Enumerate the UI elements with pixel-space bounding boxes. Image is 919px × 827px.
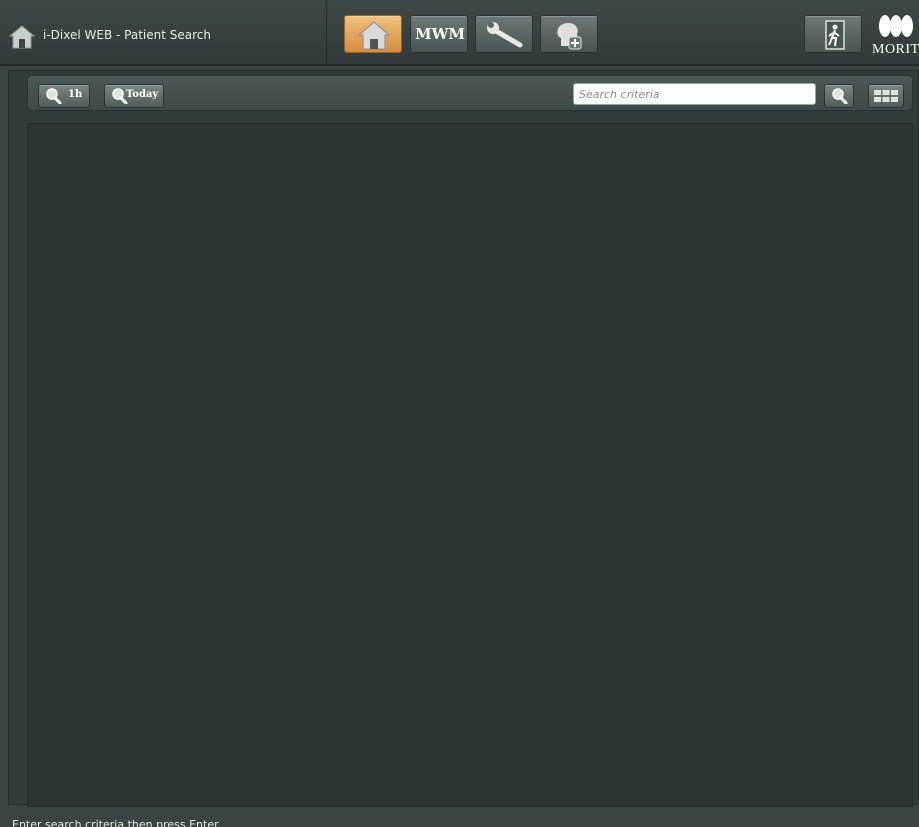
app-title: i-Dixel WEB - Patient Search (43, 28, 211, 42)
search-button[interactable] (824, 84, 854, 108)
search-toolbar: 1h Today (27, 75, 913, 111)
settings-button[interactable] (475, 15, 533, 53)
app-window: i-Dixel WEB - Patient Search MWM MORIT 1… (0, 0, 919, 827)
today-button[interactable]: Today (104, 84, 164, 108)
add-patient-button[interactable] (540, 15, 598, 53)
last-hour-button[interactable]: 1h (38, 84, 90, 108)
brand-text: MORITA (872, 42, 919, 57)
last-hour-label: 1h (68, 89, 83, 100)
brand-logo: MORITA (872, 13, 919, 59)
exit-button[interactable] (804, 15, 862, 53)
mwm-label: MWM (414, 25, 466, 43)
mwm-button[interactable]: MWM (410, 15, 468, 53)
app-logo-area: i-Dixel WEB - Patient Search (0, 0, 327, 64)
status-message: Enter search criteria then press Enter (12, 818, 219, 827)
today-label: Today (126, 89, 159, 100)
header-bar: i-Dixel WEB - Patient Search MWM MORIT (0, 0, 919, 66)
home-button[interactable] (344, 15, 402, 53)
view-toggle-button[interactable] (868, 84, 904, 108)
results-area (27, 123, 913, 807)
main-panel: 1h Today (8, 70, 919, 807)
search-input[interactable] (573, 83, 816, 105)
home-logo-icon (8, 24, 36, 50)
